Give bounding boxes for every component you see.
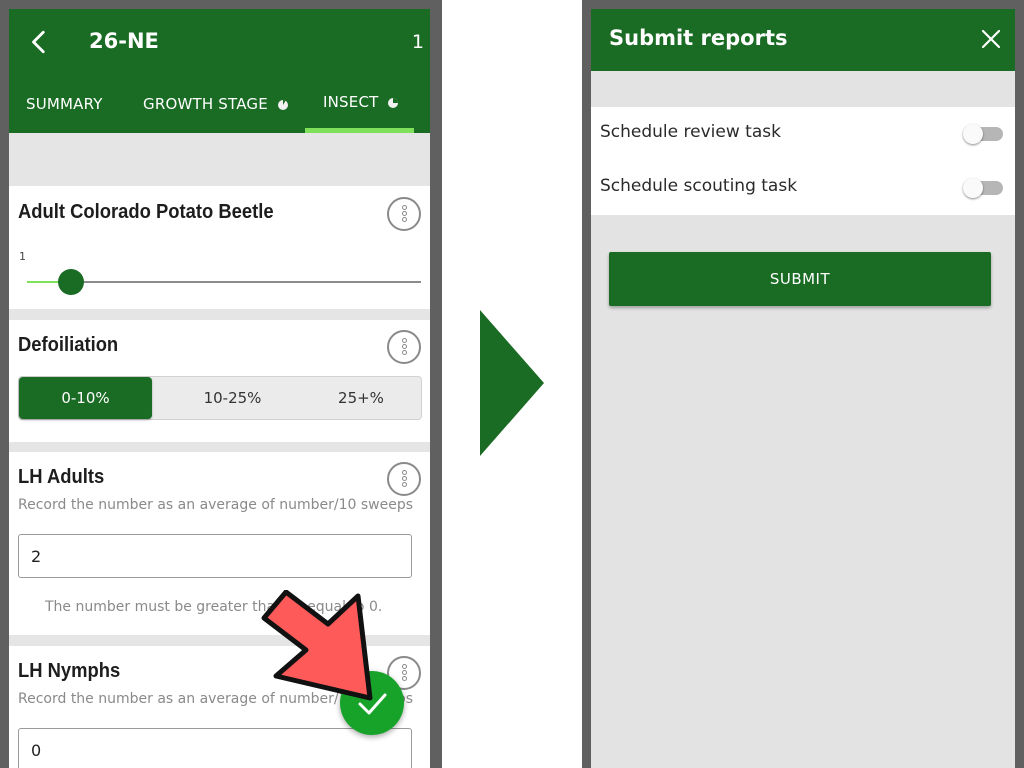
- lh-adults-input[interactable]: 2: [18, 534, 412, 578]
- app-bar: 26-NE 1 SUMMARY GROWTH STAGE INSECT: [9, 9, 430, 133]
- dialog-header: Submit reports: [591, 9, 1015, 71]
- card-title: LH Nymphs: [18, 660, 121, 682]
- slider-value-label: 1: [19, 250, 26, 263]
- card-title: Defoiliation: [18, 334, 119, 356]
- segment-option[interactable]: 0-10%: [19, 377, 152, 419]
- toggle-label: Schedule scouting task: [600, 176, 798, 196]
- tab-label: GROWTH STAGE: [143, 95, 268, 113]
- arrow-left-icon[interactable]: [27, 29, 53, 55]
- card-title: LH Adults: [18, 466, 105, 488]
- submit-reports-dialog: Submit reports Schedule review task Sche…: [591, 9, 1015, 768]
- review-task-toggle[interactable]: [963, 124, 1003, 144]
- red-pointer-arrow-icon: [261, 590, 373, 701]
- active-tab-indicator: [305, 128, 414, 133]
- tab-growth-stage[interactable]: GROWTH STAGE: [143, 95, 289, 113]
- segment-option[interactable]: 10-25%: [165, 377, 300, 419]
- slider-track[interactable]: [27, 281, 421, 283]
- close-icon[interactable]: [981, 29, 1001, 49]
- tab-insect[interactable]: INSECT: [323, 93, 399, 111]
- more-vertical-icon[interactable]: [387, 330, 421, 364]
- tab-label: SUMMARY: [26, 95, 103, 113]
- toggle-label: Schedule review task: [600, 122, 781, 142]
- toggle-list: Schedule review task Schedule scouting t…: [591, 107, 1015, 215]
- report-count: 1: [411, 31, 424, 53]
- tab-summary[interactable]: SUMMARY: [26, 95, 103, 113]
- tab-label: INSECT: [323, 93, 379, 111]
- toggle-row-scouting[interactable]: Schedule scouting task: [591, 161, 1015, 215]
- card-title: Adult Colorado Potato Beetle: [18, 201, 274, 223]
- slider-thumb[interactable]: [58, 269, 84, 295]
- right-phone-frame: Submit reports Schedule review task Sche…: [582, 0, 1024, 768]
- segment-option[interactable]: 25+%: [300, 377, 422, 419]
- defoliation-segmented-control: 0-10% 10-25% 25+%: [18, 376, 422, 420]
- pie-progress-icon: [277, 99, 288, 110]
- right-triangle-arrow-icon: [480, 310, 544, 456]
- left-phone-frame: 26-NE 1 SUMMARY GROWTH STAGE INSECT Adul…: [0, 0, 442, 768]
- more-vertical-icon[interactable]: [387, 462, 421, 496]
- more-vertical-icon[interactable]: [387, 197, 421, 231]
- helper-text: Record the number as an average of numbe…: [18, 497, 414, 513]
- dialog-title: Submit reports: [609, 26, 788, 50]
- scouting-task-toggle[interactable]: [963, 178, 1003, 198]
- pie-progress-icon: [388, 97, 399, 108]
- submit-button[interactable]: SUBMIT: [609, 252, 991, 306]
- toggle-row-review[interactable]: Schedule review task: [591, 107, 1015, 161]
- field-title: 26-NE: [89, 29, 159, 53]
